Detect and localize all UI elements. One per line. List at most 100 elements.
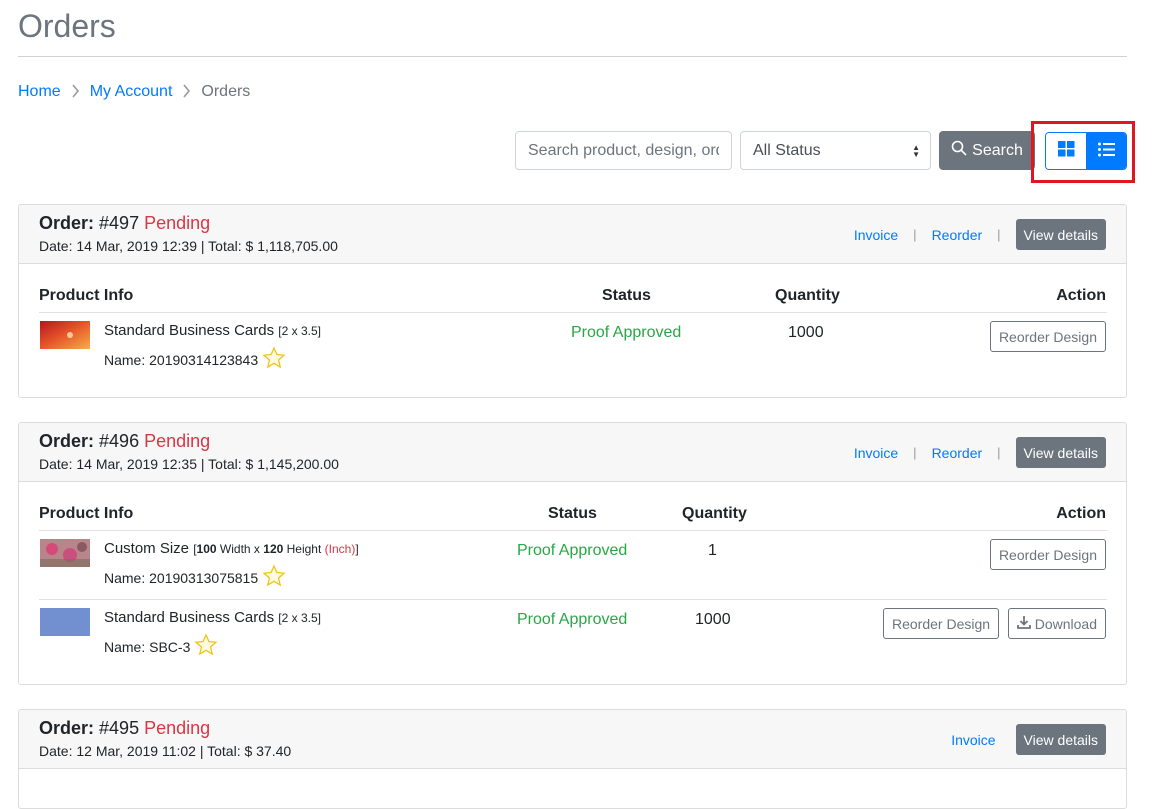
col-product-info: Product Info: [39, 505, 134, 522]
chevron-right-icon: [182, 83, 191, 101]
product-title: Custom Size: [104, 540, 190, 557]
item-status: Proof Approved: [571, 324, 682, 341]
breadcrumb-home[interactable]: Home: [18, 83, 61, 101]
design-name: Name: 20190313075815: [104, 564, 286, 591]
col-status: Status: [602, 287, 651, 304]
order-label: Order:: [39, 431, 95, 451]
download-button[interactable]: Download: [1007, 608, 1106, 639]
product-name: Standard Business Cards [2 x 3.5]: [104, 322, 321, 339]
title-divider: [18, 56, 1127, 57]
product-title: Standard Business Cards: [104, 322, 275, 339]
view-details-button[interactable]: View details: [1015, 437, 1106, 468]
view-toggle: [1045, 132, 1127, 170]
view-details-button[interactable]: View details: [1015, 219, 1106, 250]
col-action: Action: [1056, 505, 1106, 522]
invoice-link[interactable]: Invoice: [854, 445, 898, 461]
size-height-label: Height: [283, 542, 325, 556]
product-size: [100 Width x 120 Height (Inch)]: [193, 542, 358, 556]
invoice-link[interactable]: Invoice: [951, 732, 995, 748]
page-title: Orders: [18, 8, 116, 44]
reorder-design-button[interactable]: Reorder Design: [883, 608, 1000, 639]
status-select-value: All Status: [753, 141, 821, 159]
order-status: Pending: [144, 718, 211, 738]
product-name: Standard Business Cards [2 x 3.5]: [104, 609, 321, 626]
reorder-design-button[interactable]: Reorder Design: [989, 539, 1106, 570]
item-quantity: 1000: [695, 611, 731, 628]
design-name: Name: SBC-3: [104, 633, 218, 660]
size-width: 100: [196, 542, 217, 556]
order-title: Order: #496 Pending: [39, 431, 210, 452]
reorder-link[interactable]: Reorder: [932, 227, 983, 243]
order-header: Order: #496 Pending Date: 14 Mar, 2019 1…: [19, 423, 1126, 482]
separator: |: [997, 445, 1001, 460]
breadcrumb: Home My Account Orders: [18, 83, 250, 101]
chevron-right-icon: [71, 83, 80, 101]
product-thumbnail: [40, 608, 90, 636]
order-status: Pending: [144, 431, 211, 451]
product-thumbnail: [40, 539, 90, 567]
size-bracket: ]: [355, 542, 359, 556]
order-card: Order: #497 Pending Date: 14 Mar, 2019 1…: [18, 204, 1127, 398]
col-action: Action: [1056, 287, 1106, 304]
order-number: #497: [99, 213, 140, 233]
order-actions: Invoice | Reorder | View details: [854, 437, 1106, 468]
separator: |: [913, 445, 917, 460]
view-details-button[interactable]: View details: [1015, 724, 1106, 755]
col-status: Status: [548, 505, 597, 522]
order-label: Order:: [39, 213, 95, 233]
size-unit: (Inch): [324, 542, 356, 556]
order-card: Order: #495 Pending Date: 12 Mar, 2019 1…: [18, 709, 1127, 809]
item-status: Proof Approved: [517, 611, 628, 628]
breadcrumb-my-account[interactable]: My Account: [90, 83, 173, 101]
status-select[interactable]: All Status ▲ ▼: [740, 131, 931, 170]
design-name-label: Name: SBC-3: [104, 638, 191, 655]
order-actions: Invoice View details: [951, 724, 1106, 755]
invoice-link[interactable]: Invoice: [854, 227, 898, 243]
size-width-label: Width x: [216, 542, 264, 556]
product-thumbnail: [40, 321, 90, 349]
star-icon[interactable]: [262, 346, 286, 373]
design-name-label: Name: 20190313075815: [104, 569, 259, 586]
download-label: Download: [1034, 615, 1097, 632]
product-size: [2 x 3.5]: [278, 324, 321, 338]
star-icon[interactable]: [194, 633, 218, 660]
col-product-info: Product Info: [39, 287, 134, 304]
order-status: Pending: [144, 213, 211, 233]
order-meta: Date: 14 Mar, 2019 12:35 | Total: $ 1,14…: [39, 456, 339, 472]
product-name: Custom Size [100 Width x 120 Height (Inc…: [104, 540, 359, 557]
table-divider: [39, 312, 1107, 313]
order-number: #496: [99, 431, 140, 451]
order-card: Order: #496 Pending Date: 14 Mar, 2019 1…: [18, 422, 1127, 685]
design-name: Name: 20190314123843: [104, 346, 286, 373]
breadcrumb-current: Orders: [201, 83, 251, 100]
reorder-design-button[interactable]: Reorder Design: [989, 321, 1106, 352]
order-number: #495: [99, 718, 140, 738]
product-title: Standard Business Cards: [104, 609, 275, 626]
row-divider: [39, 599, 1107, 600]
order-title: Order: #497 Pending: [39, 213, 210, 234]
order-header: Order: #495 Pending Date: 12 Mar, 2019 1…: [19, 710, 1126, 769]
search-icon: [951, 140, 967, 161]
item-quantity: 1: [708, 542, 717, 559]
search-input[interactable]: [515, 131, 732, 170]
product-size: [2 x 3.5]: [278, 611, 321, 625]
table-divider: [39, 530, 1107, 531]
star-icon[interactable]: [262, 564, 286, 591]
list-view-icon: [1097, 142, 1115, 161]
col-quantity: Quantity: [682, 505, 747, 522]
col-quantity: Quantity: [775, 287, 840, 304]
separator: |: [997, 227, 1001, 242]
size-height: 120: [263, 542, 284, 556]
item-status: Proof Approved: [517, 542, 628, 559]
reorder-link[interactable]: Reorder: [932, 445, 983, 461]
order-label: Order:: [39, 718, 95, 738]
select-arrows-icon: ▲ ▼: [912, 143, 920, 159]
search-button-label: Search: [972, 141, 1023, 159]
order-title: Order: #495 Pending: [39, 718, 210, 739]
design-name-label: Name: 20190314123843: [104, 351, 259, 368]
order-actions: Invoice | Reorder | View details: [854, 219, 1106, 250]
grid-view-button[interactable]: [1046, 133, 1086, 169]
search-button[interactable]: Search: [939, 131, 1035, 170]
order-meta: Date: 12 Mar, 2019 11:02 | Total: $ 37.4…: [39, 743, 292, 759]
list-view-button[interactable]: [1086, 133, 1126, 169]
